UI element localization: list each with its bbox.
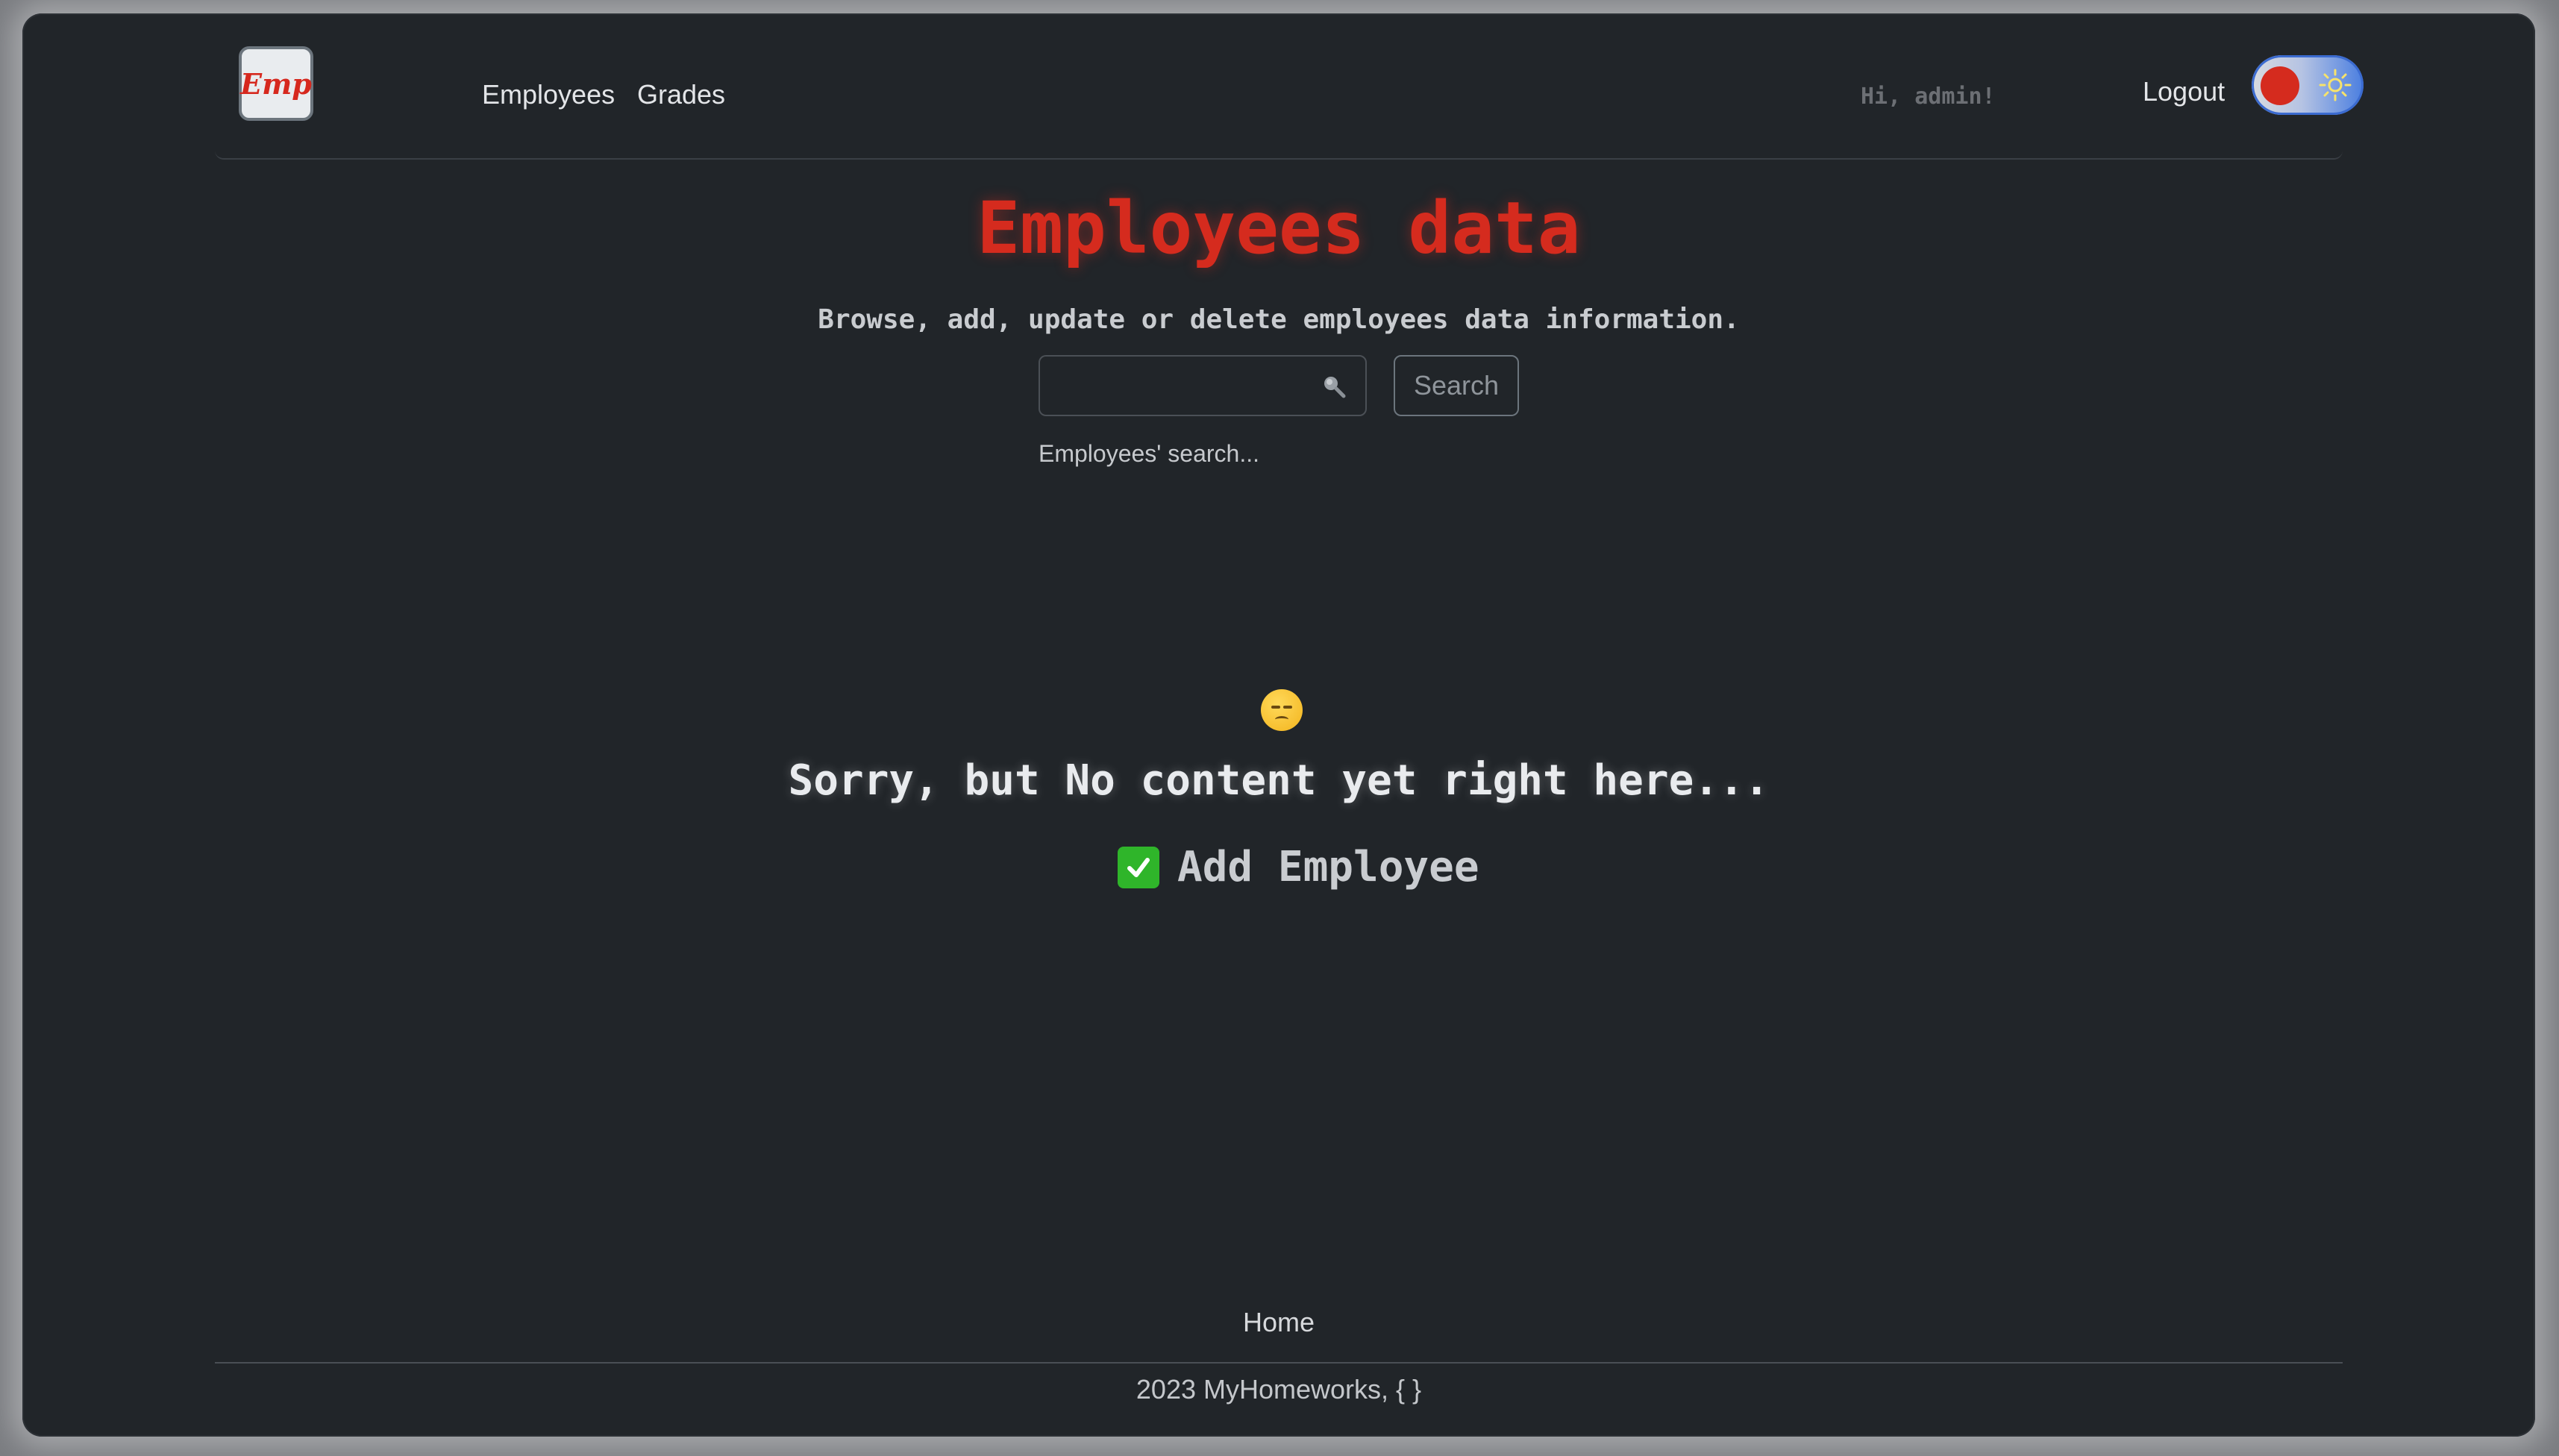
search-button[interactable]: Search xyxy=(1394,355,1519,416)
toggle-knob xyxy=(2261,66,2299,105)
check-mark-icon xyxy=(1118,846,1159,888)
app-window: Emp Employees Grades Hi, admin! Logout E… xyxy=(22,13,2535,1437)
logout-link[interactable]: Logout xyxy=(2143,76,2225,107)
footer-home-link[interactable]: Home xyxy=(22,1307,2535,1338)
logo[interactable]: Emp xyxy=(239,46,313,121)
pensive-face-icon xyxy=(1261,689,1303,731)
page-subtitle: Browse, add, update or delete employees … xyxy=(818,304,1740,335)
footer-copyright: 2023 MyHomeworks, { } xyxy=(1136,1374,1422,1405)
search-input[interactable] xyxy=(1040,357,1325,416)
page-title: Employees data xyxy=(977,186,1581,270)
footer-divider xyxy=(215,1362,2343,1364)
add-employee-button[interactable]: Add Employee xyxy=(1118,843,1479,891)
add-employee-label: Add Employee xyxy=(1177,843,1479,891)
search-help-text: Employees' search... xyxy=(1039,440,1260,467)
nav-link-grades[interactable]: Grades xyxy=(637,79,725,110)
nav-link-employees[interactable]: Employees xyxy=(482,79,615,110)
logo-text: Emp xyxy=(240,66,312,101)
navbar: Emp Employees Grades Hi, admin! Logout xyxy=(215,13,2364,160)
user-greeting: Hi, admin! xyxy=(1861,84,1996,110)
sun-icon xyxy=(2319,69,2352,101)
search-field[interactable] xyxy=(1039,355,1367,416)
theme-toggle[interactable] xyxy=(2252,55,2364,115)
empty-state-message: Sorry, but No content yet right here... xyxy=(788,756,1770,805)
search-icon xyxy=(1324,377,1346,398)
